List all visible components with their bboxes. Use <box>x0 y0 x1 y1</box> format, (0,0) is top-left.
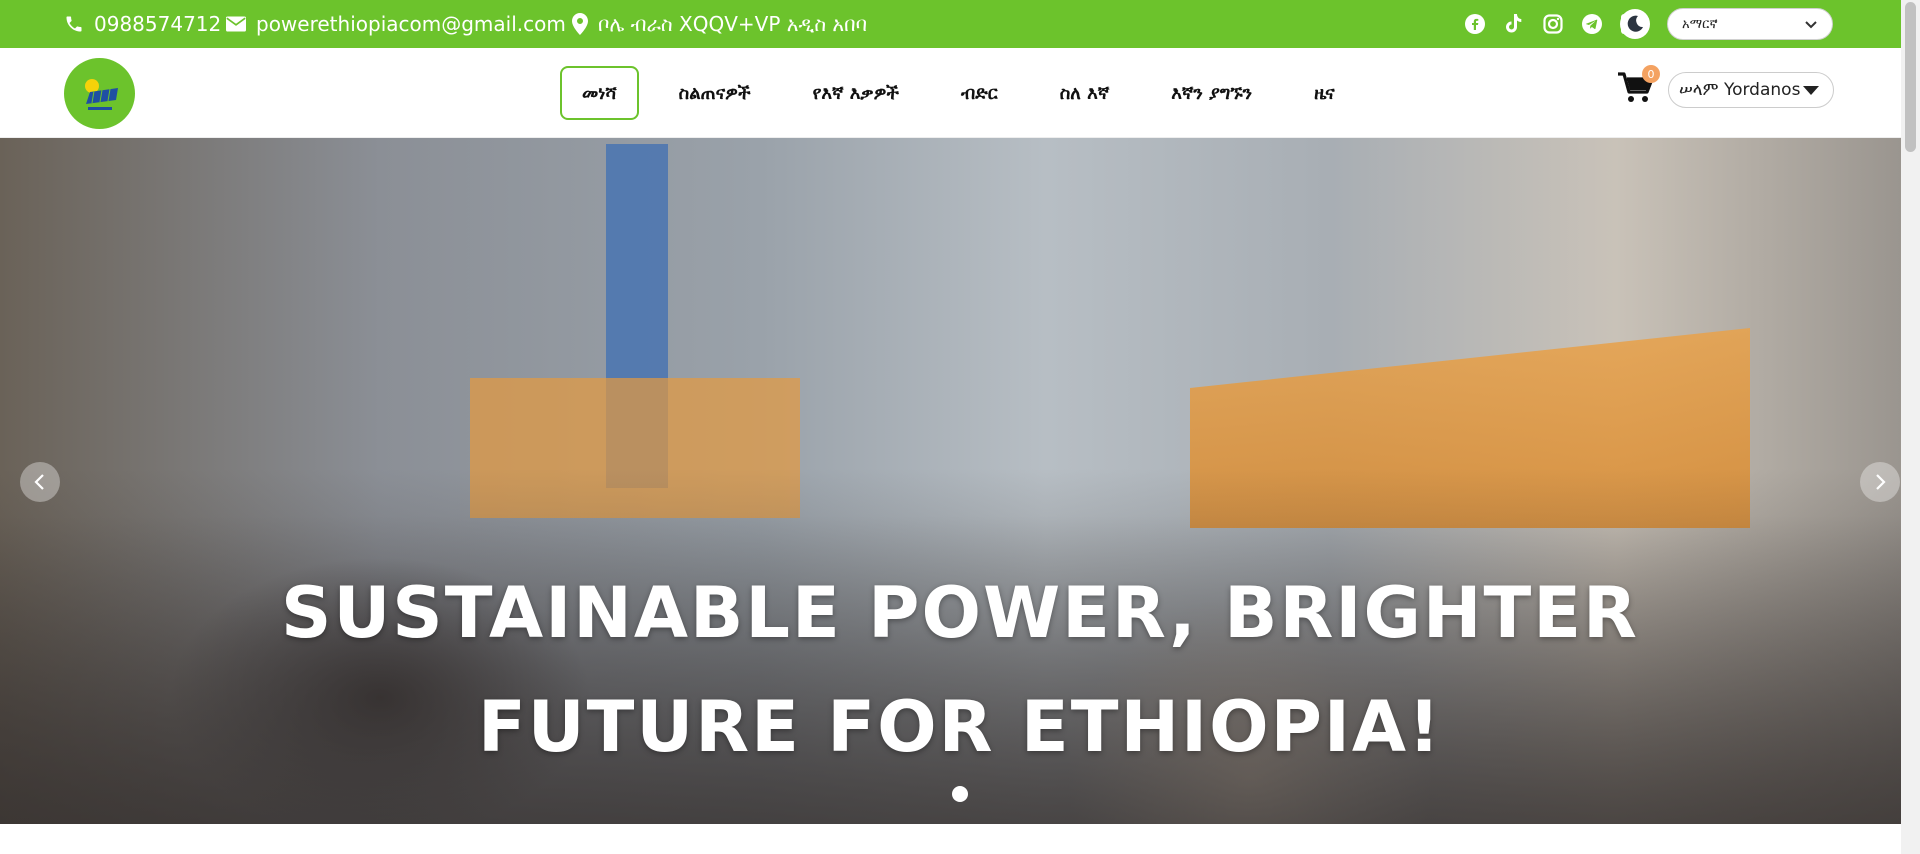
nav-links: መነሻ ስልጠናዎች የእኛ እቃዎች ብድር ስለ እኛ እኛን ያግኙን ዜ… <box>560 66 1375 120</box>
hero-title: SUSTAINABLE POWER, BRIGHTER FUTURE FOR E… <box>281 572 1639 768</box>
nav-link-products[interactable]: የእኛ እቃዎች <box>791 66 921 120</box>
nav-link-contact[interactable]: እኛን ያግኙን <box>1149 66 1274 120</box>
email-address: powerethiopiacom@gmail.com <box>256 12 566 36</box>
nav-link-loan[interactable]: ብድር <box>939 66 1020 120</box>
user-menu-dropdown[interactable]: ሠላም Yordanos <box>1668 72 1834 108</box>
phone-contact[interactable]: 0988574712 <box>64 0 221 48</box>
site-logo[interactable] <box>64 58 135 129</box>
nav-link-news[interactable]: ዜና <box>1292 66 1357 120</box>
cart-button[interactable]: 0 <box>1618 65 1660 111</box>
chevron-left-icon <box>34 474 44 490</box>
phone-number: 0988574712 <box>94 12 222 36</box>
scrollbar-thumb[interactable] <box>1905 2 1916 152</box>
nav-link-home[interactable]: መነሻ <box>560 66 639 120</box>
page-scrollbar[interactable] <box>1901 0 1920 854</box>
nav-link-trainings[interactable]: ስልጠናዎች <box>657 66 773 120</box>
language-select[interactable]: አማርኛ <box>1667 8 1833 40</box>
carousel-prev-button[interactable] <box>20 462 60 502</box>
phone-icon <box>66 16 82 32</box>
email-contact[interactable]: powerethiopiacom@gmail.com <box>226 0 566 48</box>
carousel-next-button[interactable] <box>1860 462 1900 502</box>
chevron-right-icon <box>1876 474 1886 490</box>
main-navbar: መነሻ ስልጠናዎች የእኛ እቃዎች ብድር ስለ እኛ እኛን ያግኙን ዜ… <box>0 48 1901 138</box>
telegram-icon[interactable] <box>1580 12 1604 36</box>
nav-link-about[interactable]: ስለ እኛ <box>1038 66 1132 120</box>
address-contact[interactable]: ቦሌ ብራስ XQQV+VP አዲስ አበባ <box>572 0 867 48</box>
envelope-icon <box>226 16 246 32</box>
chevron-down-icon <box>1805 21 1817 29</box>
instagram-icon[interactable] <box>1541 12 1565 36</box>
social-links <box>1463 0 1643 48</box>
address-text: ቦሌ ብራስ XQQV+VP አዲስ አበባ <box>598 12 868 36</box>
tiktok-icon[interactable] <box>1502 12 1526 36</box>
user-greeting: ሠላም Yordanos <box>1679 80 1801 100</box>
dark-mode-toggle[interactable] <box>1620 9 1650 39</box>
map-marker-icon <box>572 13 588 35</box>
solar-panel-logo <box>84 78 118 110</box>
cart-count-badge: 0 <box>1642 65 1660 83</box>
language-value: አማርኛ <box>1682 16 1718 32</box>
facebook-icon[interactable] <box>1463 12 1487 36</box>
hero-carousel: SUSTAINABLE POWER, BRIGHTER FUTURE FOR E… <box>0 138 1901 824</box>
carousel-indicator-dot[interactable] <box>952 786 968 802</box>
top-contact-bar: 0988574712 powerethiopiacom@gmail.com ቦሌ… <box>0 0 1901 48</box>
caret-down-icon <box>1803 86 1819 95</box>
moon-icon <box>1627 15 1643 32</box>
